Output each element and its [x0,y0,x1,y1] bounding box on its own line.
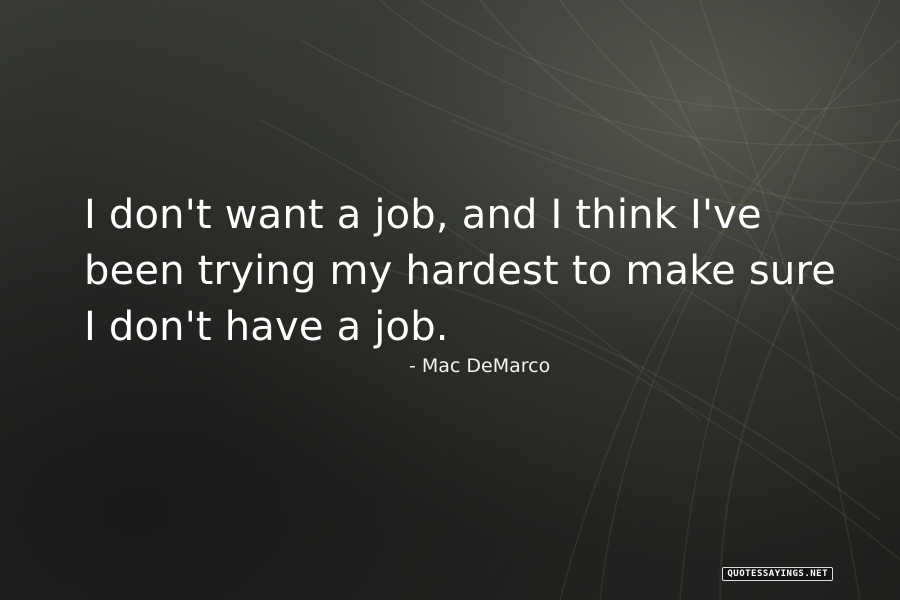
quote-text: I don't want a job, and I think I've bee… [84,192,837,350]
site-watermark-logo: QUOTESSAYINGS.NET [722,567,833,581]
quote-author: - Mac DeMarco [409,355,551,377]
quote-image: I don't want a job, and I think I've bee… [0,0,900,600]
